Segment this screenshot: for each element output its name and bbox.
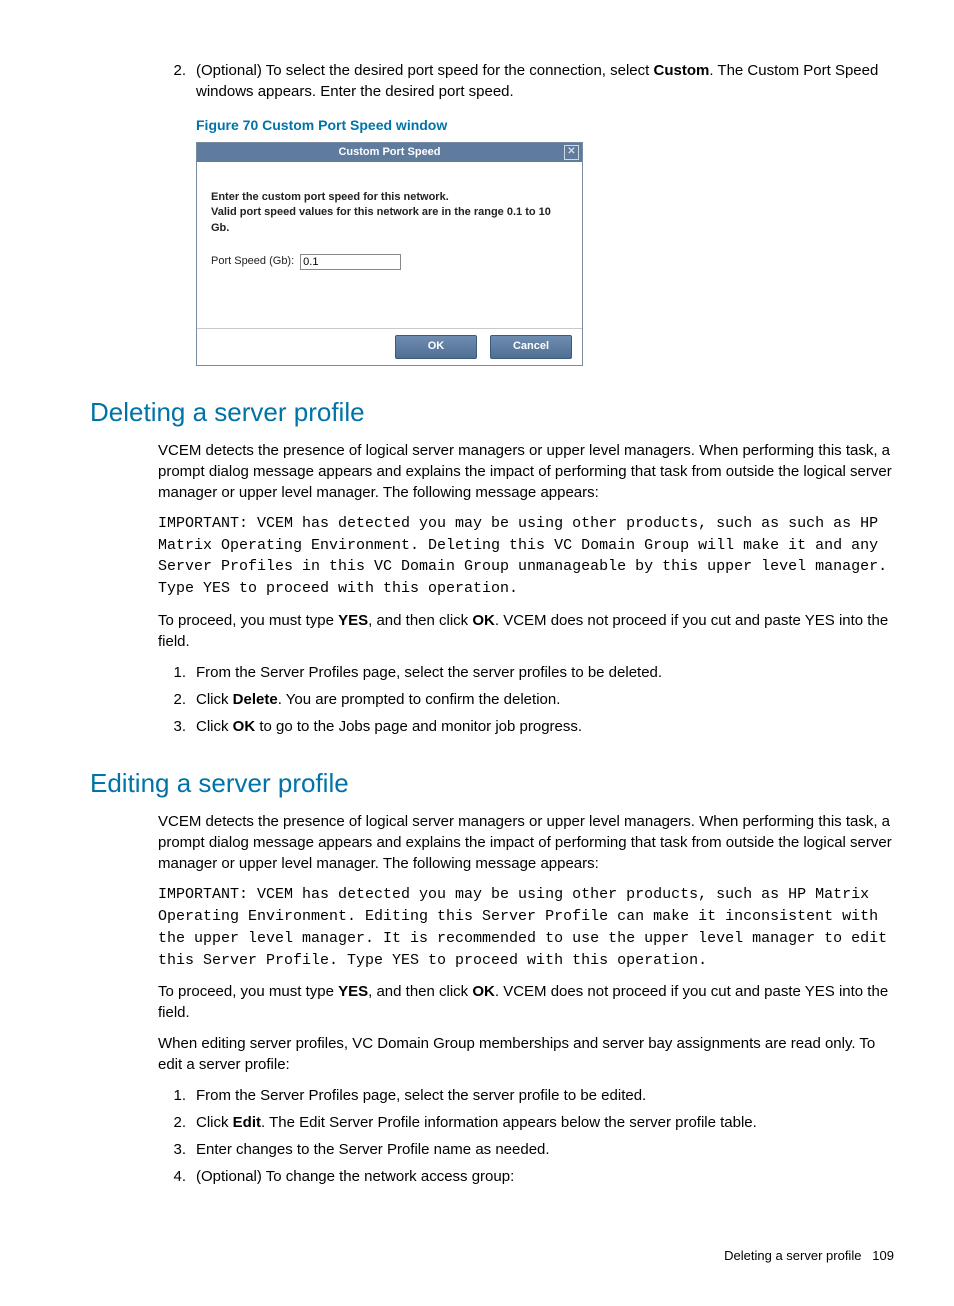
list-number: 4. (158, 1166, 196, 1187)
ok-button[interactable]: OK (395, 335, 477, 358)
list-number: 2. (158, 689, 196, 710)
paragraph: VCEM detects the presence of logical ser… (158, 440, 894, 503)
list-item: 3. Click OK to go to the Jobs page and m… (158, 716, 894, 737)
heading-editing: Editing a server profile (90, 765, 894, 801)
dialog-instruction-2: Valid port speed values for this network… (211, 205, 568, 236)
text: . The Edit Server Profile information ap… (261, 1114, 757, 1131)
list-item: 3. Enter changes to the Server Profile n… (158, 1139, 894, 1160)
list-item: 1. From the Server Profiles page, select… (158, 1085, 894, 1106)
text: To proceed, you must type (158, 983, 338, 1000)
dialog-footer: OK Cancel (197, 328, 582, 364)
port-speed-label: Port Speed (Gb): (211, 254, 294, 269)
dialog-body: Enter the custom port speed for this net… (197, 162, 582, 280)
bold-yes: YES (338, 983, 368, 1000)
list-number: 3. (158, 716, 196, 737)
paragraph: To proceed, you must type YES, and then … (158, 981, 894, 1023)
list-item: 2. Click Delete. You are prompted to con… (158, 689, 894, 710)
bold-ok: OK (472, 983, 495, 1000)
figure-caption: Figure 70 Custom Port Speed window (196, 116, 894, 136)
cancel-button[interactable]: Cancel (490, 335, 572, 358)
dialog-title: Custom Port Speed (338, 146, 440, 158)
list-item-2: 2. (Optional) To select the desired port… (158, 60, 894, 102)
list-body: Click Edit. The Edit Server Profile info… (196, 1112, 894, 1133)
bold-ok: OK (233, 718, 256, 735)
close-icon[interactable]: ✕ (564, 145, 579, 160)
list-body: From the Server Profiles page, select th… (196, 1085, 894, 1106)
port-speed-input[interactable] (300, 254, 401, 270)
text: Click (196, 1114, 233, 1131)
list-item: 2. Click Edit. The Edit Server Profile i… (158, 1112, 894, 1133)
bold-custom: Custom (654, 62, 710, 79)
important-message: IMPORTANT: VCEM has detected you may be … (158, 513, 894, 600)
text: Click (196, 691, 233, 708)
page-footer: Deleting a server profile 109 (90, 1247, 894, 1265)
list-body: (Optional) To select the desired port sp… (196, 60, 894, 102)
list-item: 1. From the Server Profiles page, select… (158, 662, 894, 683)
dialog-instruction-1: Enter the custom port speed for this net… (211, 190, 568, 205)
text: To proceed, you must type (158, 612, 338, 629)
page-number: 109 (872, 1248, 894, 1263)
footer-text: Deleting a server profile (724, 1248, 861, 1263)
list-number: 2. (158, 1112, 196, 1133)
dialog-title-bar: Custom Port Speed ✕ (197, 143, 582, 162)
list-body: Click OK to go to the Jobs page and moni… (196, 716, 894, 737)
list-number: 1. (158, 1085, 196, 1106)
paragraph: To proceed, you must type YES, and then … (158, 610, 894, 652)
text: (Optional) To select the desired port sp… (196, 62, 654, 79)
bold-ok: OK (472, 612, 495, 629)
text: to go to the Jobs page and monitor job p… (255, 718, 582, 735)
list-number: 3. (158, 1139, 196, 1160)
text: , and then click (368, 983, 472, 1000)
list-number: 1. (158, 662, 196, 683)
list-body: (Optional) To change the network access … (196, 1166, 894, 1187)
list-number: 2. (158, 60, 196, 102)
paragraph: VCEM detects the presence of logical ser… (158, 811, 894, 874)
text: . You are prompted to confirm the deleti… (278, 691, 561, 708)
bold-yes: YES (338, 612, 368, 629)
text: , and then click (368, 612, 472, 629)
custom-port-speed-dialog: Custom Port Speed ✕ Enter the custom por… (196, 142, 583, 366)
important-message: IMPORTANT: VCEM has detected you may be … (158, 884, 894, 971)
bold-edit: Edit (233, 1114, 261, 1131)
bold-delete: Delete (233, 691, 278, 708)
text: Click (196, 718, 233, 735)
paragraph: When editing server profiles, VC Domain … (158, 1033, 894, 1075)
list-body: From the Server Profiles page, select th… (196, 662, 894, 683)
list-body: Click Delete. You are prompted to confir… (196, 689, 894, 710)
list-body: Enter changes to the Server Profile name… (196, 1139, 894, 1160)
port-speed-field: Port Speed (Gb): (211, 254, 568, 270)
heading-deleting: Deleting a server profile (90, 394, 894, 430)
list-item: 4. (Optional) To change the network acce… (158, 1166, 894, 1187)
